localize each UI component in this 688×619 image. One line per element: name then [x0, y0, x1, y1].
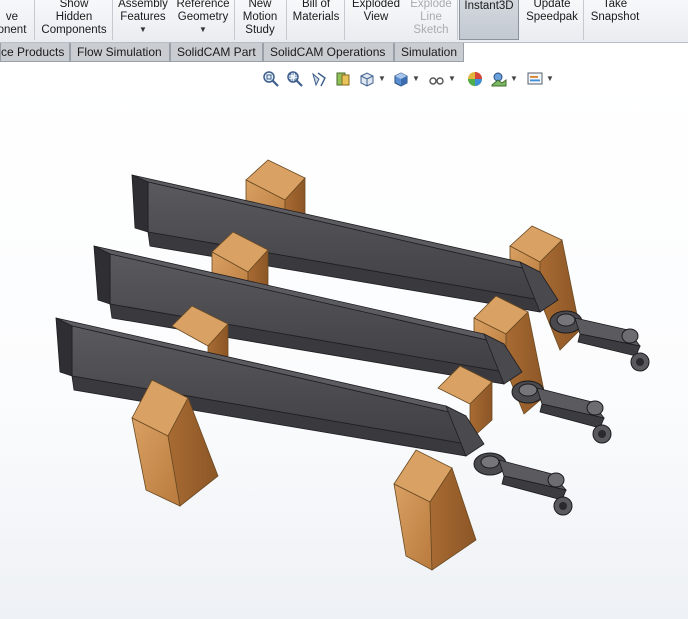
assembly-model[interactable] [0, 0, 688, 619]
wood-support-front-right[interactable] [393, 449, 477, 571]
clamp-arm-3[interactable] [473, 452, 573, 516]
